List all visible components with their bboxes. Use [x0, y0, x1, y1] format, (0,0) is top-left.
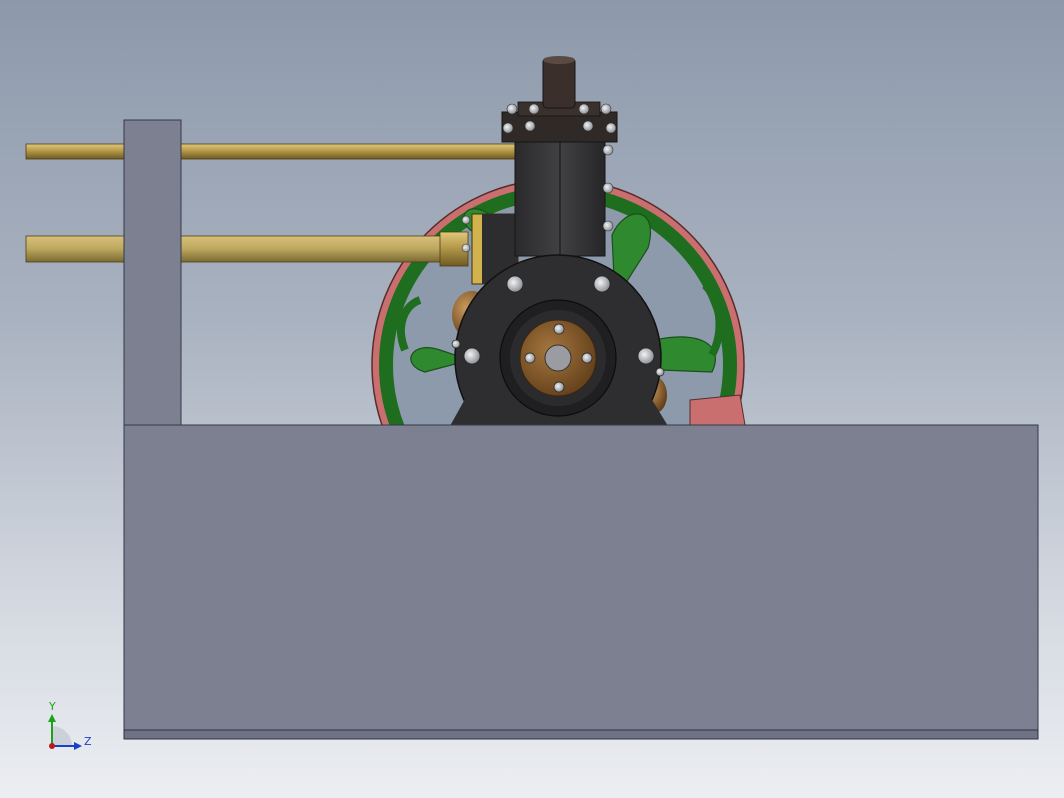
base-plinth [123, 729, 1039, 740]
base-upright[interactable] [123, 119, 182, 433]
triad-y-label: Y [48, 700, 56, 713]
cylinder-head[interactable] [501, 111, 618, 143]
cad-viewport[interactable]: Y Z [0, 0, 1064, 798]
model-scene[interactable] [0, 0, 1064, 798]
triad-z-label: Z [84, 735, 92, 748]
lower-brass-rod[interactable] [25, 231, 469, 267]
piston-rod-cap [542, 57, 576, 109]
coordinate-triad: Y Z [40, 698, 100, 758]
upper-brass-rod[interactable] [25, 143, 517, 160]
flywheel-counterweight [689, 394, 746, 426]
base-block[interactable] [123, 424, 1039, 734]
crankshaft-end [544, 344, 572, 372]
coordinate-triad-icon: Y Z [48, 700, 92, 750]
